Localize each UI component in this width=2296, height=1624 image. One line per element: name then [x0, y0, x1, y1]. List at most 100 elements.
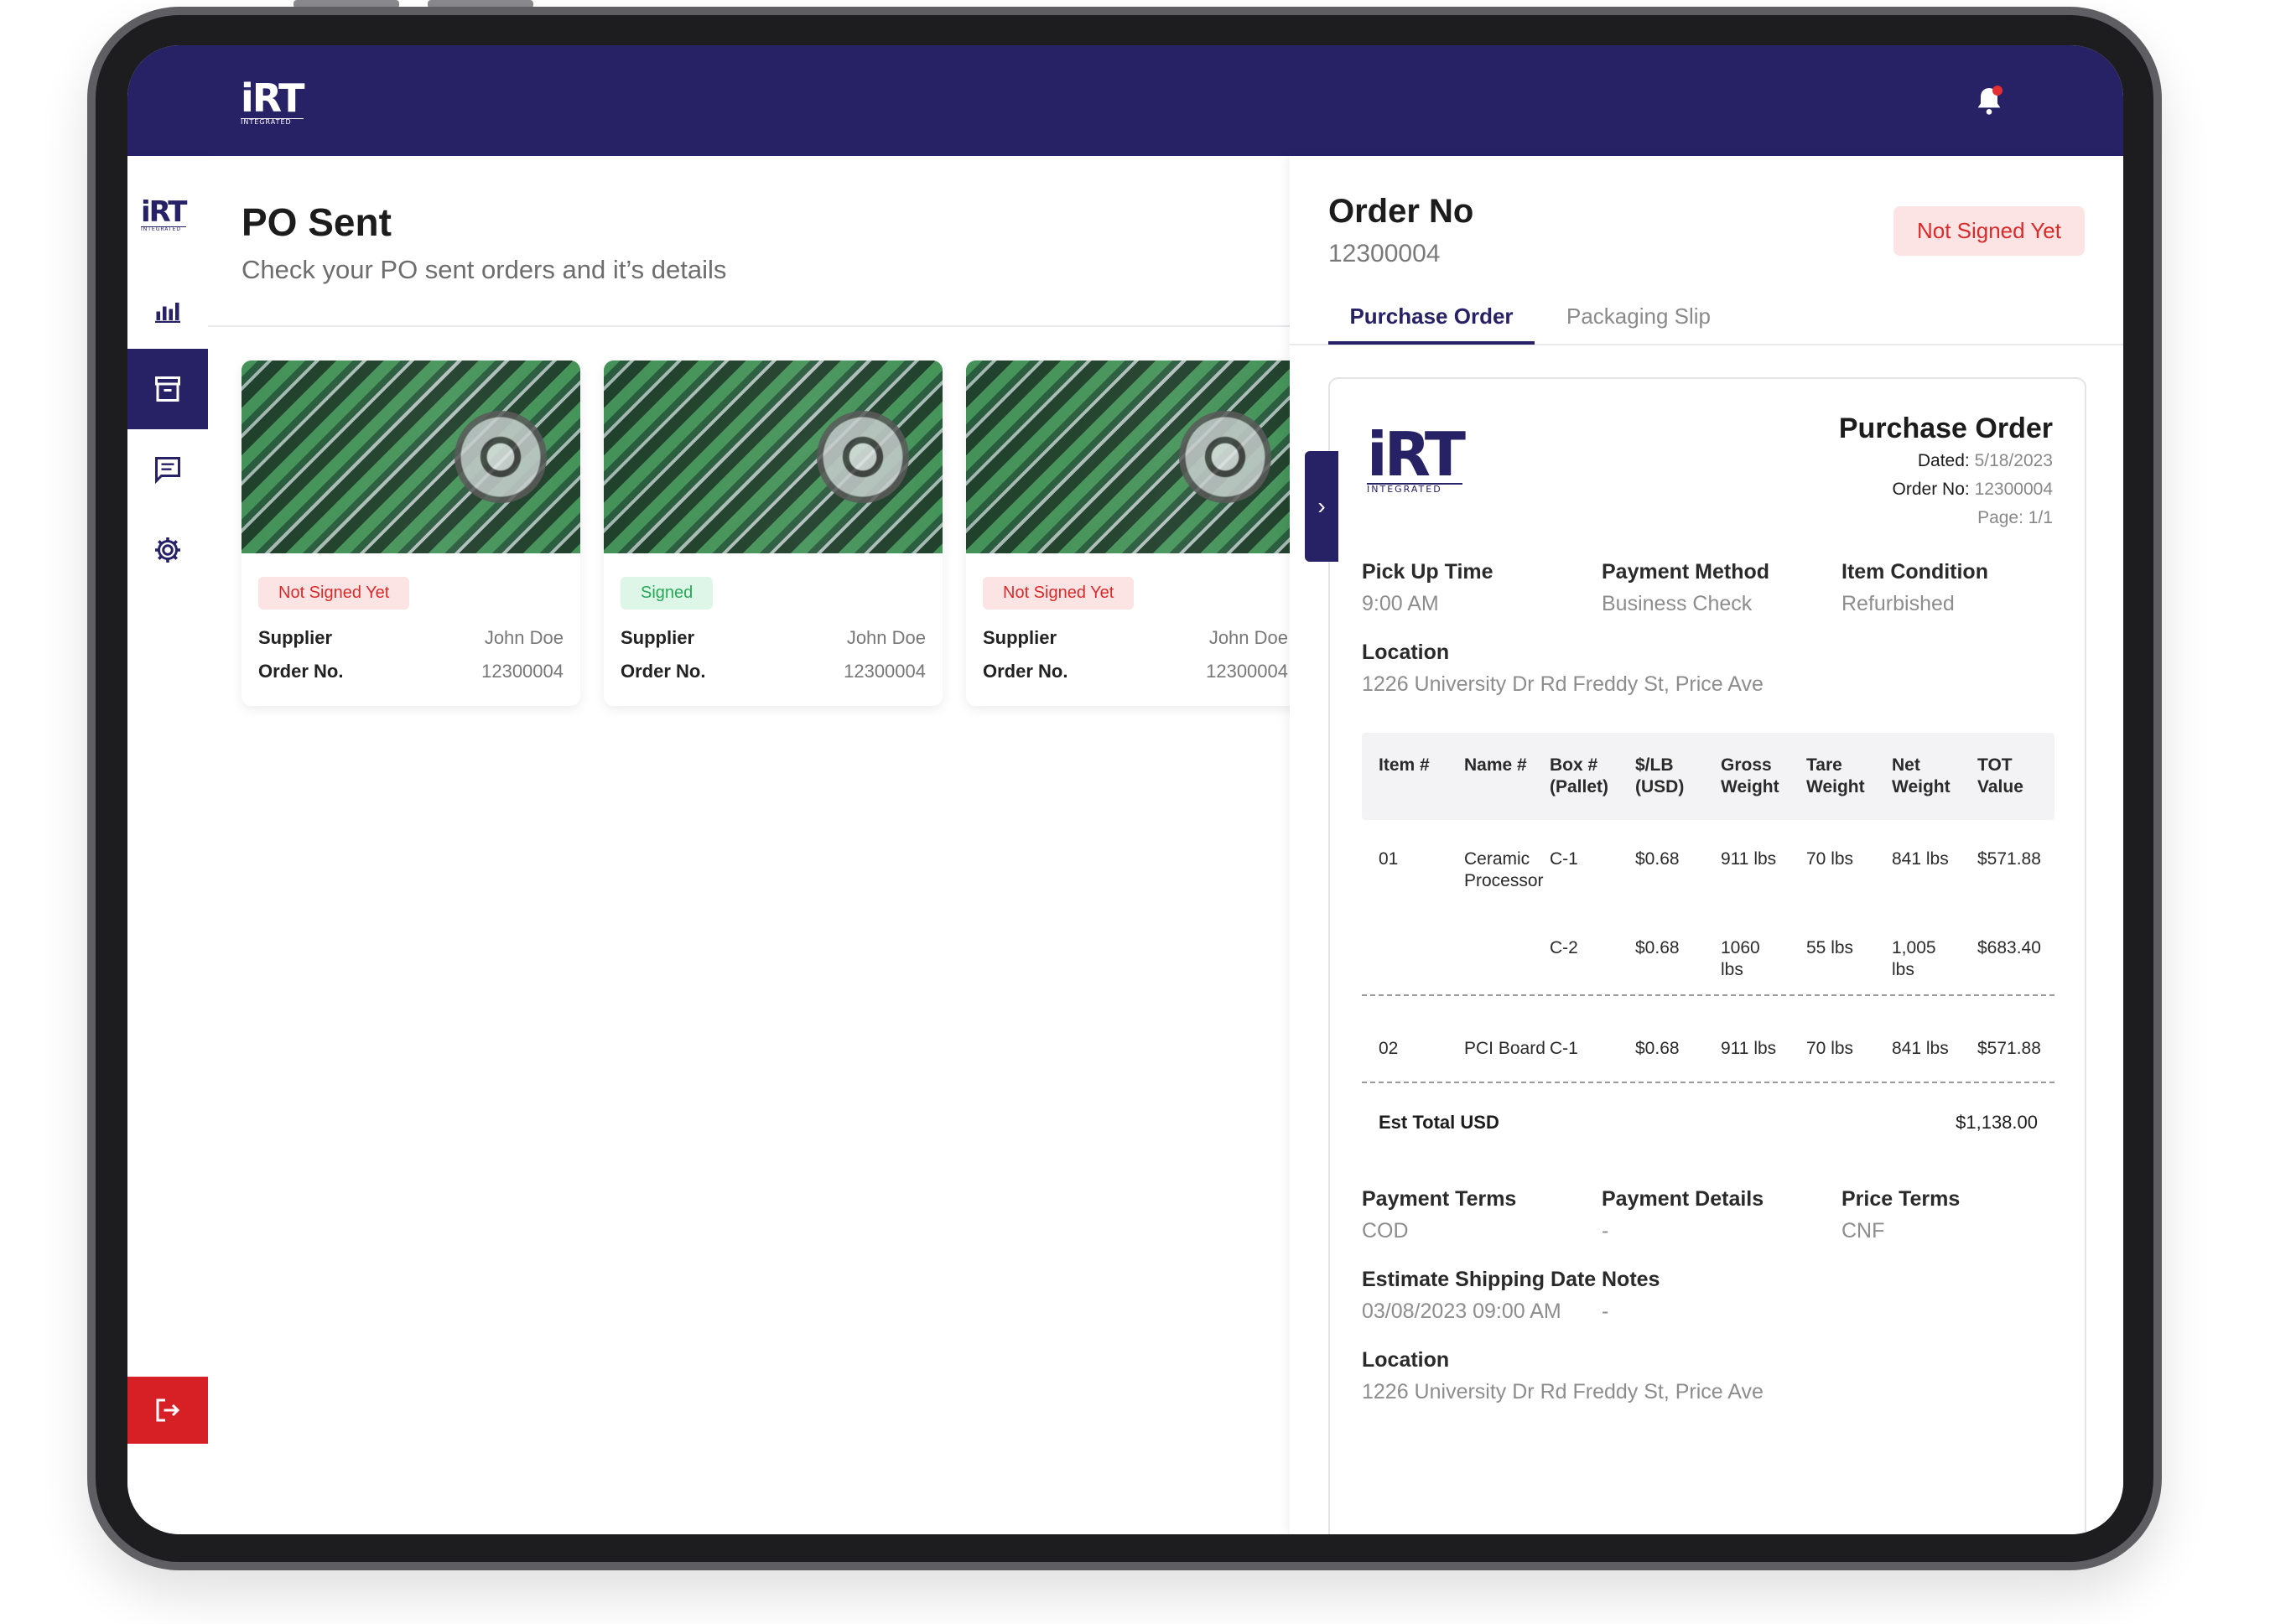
table-cell: $571.88: [1977, 849, 2041, 869]
shipping-date-label: Estimate Shipping Date: [1362, 1268, 1597, 1291]
table-cell: $571.88: [1977, 1039, 2041, 1058]
sidebar-item-dashboard[interactable]: [127, 270, 208, 350]
table-cell: C-2: [1550, 938, 1578, 957]
tab-packaging-slip[interactable]: Packaging Slip: [1566, 298, 1711, 341]
order-heading: Order No: [1328, 193, 1474, 230]
shipping-date-value: 03/08/2023 09:00 AM: [1362, 1300, 1561, 1323]
table-header-cell: Item #: [1379, 755, 1430, 775]
status-badge: Not Signed Yet: [258, 577, 410, 610]
table-header: [1362, 733, 2054, 820]
page-title: PO Sent: [242, 200, 392, 244]
tab-bar: Purchase Order Packaging Slip: [1290, 298, 2123, 345]
order-detail-panel: Order No 12300004 Not Signed Yet Purchas…: [1290, 156, 2123, 1534]
order-label: Order No.: [983, 661, 1068, 682]
sidebar-item-orders[interactable]: [127, 349, 208, 429]
order-card[interactable]: Not Signed Yet Supplier John Doe Order N…: [966, 361, 1305, 706]
chevron-right-icon: ›: [1317, 493, 1326, 519]
pickup-time-label: Pick Up Time: [1362, 560, 1493, 584]
table-cell: $0.68: [1635, 849, 1680, 869]
order-label: Order No.: [258, 661, 344, 682]
location-value: 1226 University Dr Rd Freddy St, Price A…: [1362, 672, 1764, 696]
sidebar-logo: iRT INTEGRATED: [141, 195, 187, 232]
notification-dot: [1992, 86, 2003, 96]
supplier-value: John Doe: [846, 627, 926, 648]
notes-label: Notes: [1602, 1268, 1660, 1291]
order-card[interactable]: Not Signed Yet Supplier John Doe Order N…: [242, 361, 580, 706]
top-bar: iRT INTEGRATED: [127, 45, 2123, 156]
card-image: [966, 361, 1305, 553]
table-cell: Ceramic Processor: [1464, 849, 1544, 890]
main-content: PO Sent Check your PO sent orders and it…: [208, 156, 1305, 1534]
order-value: 12300004: [844, 661, 926, 682]
table-cell: $0.68: [1635, 938, 1680, 957]
divider: [208, 325, 1290, 327]
purchase-order-document: iRT INTEGRATED Purchase Order Dated: 5/18…: [1328, 377, 2086, 1534]
divider: [1362, 994, 2054, 996]
order-number: 12300004: [1328, 240, 1441, 267]
status-badge: Signed: [621, 577, 714, 610]
bar-chart-icon: [155, 303, 180, 323]
supplier-value: John Doe: [1208, 627, 1288, 648]
app-screen: iRTINTEGRATED iRTINTEGRATED › PO Sent Ch…: [127, 45, 2123, 1534]
supplier-value: John Doe: [484, 627, 564, 648]
table-header-cell: Tare Weight: [1806, 755, 1865, 796]
table-header-cell: Box # (Pallet): [1550, 755, 1609, 796]
location-label: Location: [1362, 641, 1450, 664]
item-condition-value: Refurbished: [1841, 592, 1955, 615]
supplier-label: Supplier: [983, 627, 1057, 648]
order-value: 12300004: [481, 661, 564, 682]
status-badge: Not Signed Yet: [983, 577, 1135, 610]
sidebar-item-settings[interactable]: [127, 510, 208, 590]
table-cell: 02: [1379, 1039, 1399, 1058]
total-value: $1,138.00: [1956, 1112, 2038, 1133]
table-cell: 70 lbs: [1806, 849, 1854, 869]
table-cell: 841 lbs: [1892, 1039, 1949, 1058]
table-cell: 01: [1379, 849, 1399, 869]
document-title: Purchase Order: [1838, 412, 2053, 444]
page-subtitle: Check your PO sent orders and it’s detai…: [242, 255, 727, 284]
order-card[interactable]: Signed Supplier John Doe Order No. 12300…: [604, 361, 943, 706]
location-value: 1226 University Dr Rd Freddy St, Price A…: [1362, 1380, 1764, 1403]
table-header-cell: Name #: [1464, 755, 1527, 775]
table-cell: 841 lbs: [1892, 849, 1949, 869]
table-cell: 1,005 lbs: [1892, 938, 1936, 979]
archive-icon: [155, 376, 180, 402]
table-header-cell: Net Weight: [1892, 755, 1951, 796]
supplier-label: Supplier: [621, 627, 695, 648]
order-no-line: Order No: 12300004: [1892, 480, 2053, 499]
logout-button[interactable]: [127, 1377, 208, 1444]
table-header-cell: Gross Weight: [1721, 755, 1779, 796]
card-image: [604, 361, 943, 553]
order-value: 12300004: [1206, 661, 1288, 682]
total-label: Est Total USD: [1379, 1112, 1499, 1133]
status-badge: Not Signed Yet: [1893, 206, 2085, 256]
divider: [1362, 1082, 2054, 1083]
sidebar-item-messages[interactable]: [127, 429, 208, 510]
sidebar: iRT INTEGRATED: [127, 156, 208, 1534]
table-cell: C-1: [1550, 1039, 1578, 1058]
payment-terms-label: Payment Terms: [1362, 1187, 1517, 1211]
table-header-cell: $/LB (USD): [1635, 755, 1685, 796]
document-logo: iRT INTEGRATED: [1367, 419, 1466, 495]
table-cell: 70 lbs: [1806, 1039, 1854, 1058]
price-terms-value: CNF: [1841, 1219, 1885, 1243]
supplier-label: Supplier: [258, 627, 333, 648]
card-image: [242, 361, 580, 553]
brand-logo: iRT INTEGRATED: [241, 75, 304, 126]
order-label: Order No.: [621, 661, 706, 682]
table-cell: 911 lbs: [1721, 1039, 1777, 1058]
table-header-cell: TOT Value: [1977, 755, 2023, 796]
payment-details-label: Payment Details: [1602, 1187, 1764, 1211]
table-cell: C-1: [1550, 849, 1578, 869]
page-line: Page: 1/1: [1977, 508, 2053, 527]
tab-purchase-order[interactable]: Purchase Order: [1328, 298, 1535, 345]
carousel-next-button[interactable]: ›: [1305, 451, 1338, 562]
logout-icon: [156, 1398, 180, 1422]
table-cell: $683.40: [1977, 938, 2041, 957]
table-cell: 55 lbs: [1806, 938, 1854, 957]
notes-value: -: [1602, 1300, 1609, 1323]
table-cell: 1060 lbs: [1721, 938, 1760, 979]
payment-method-label: Payment Method: [1602, 560, 1770, 584]
price-terms-label: Price Terms: [1841, 1187, 1961, 1211]
dated-line: Dated: 5/18/2023: [1917, 451, 2053, 470]
